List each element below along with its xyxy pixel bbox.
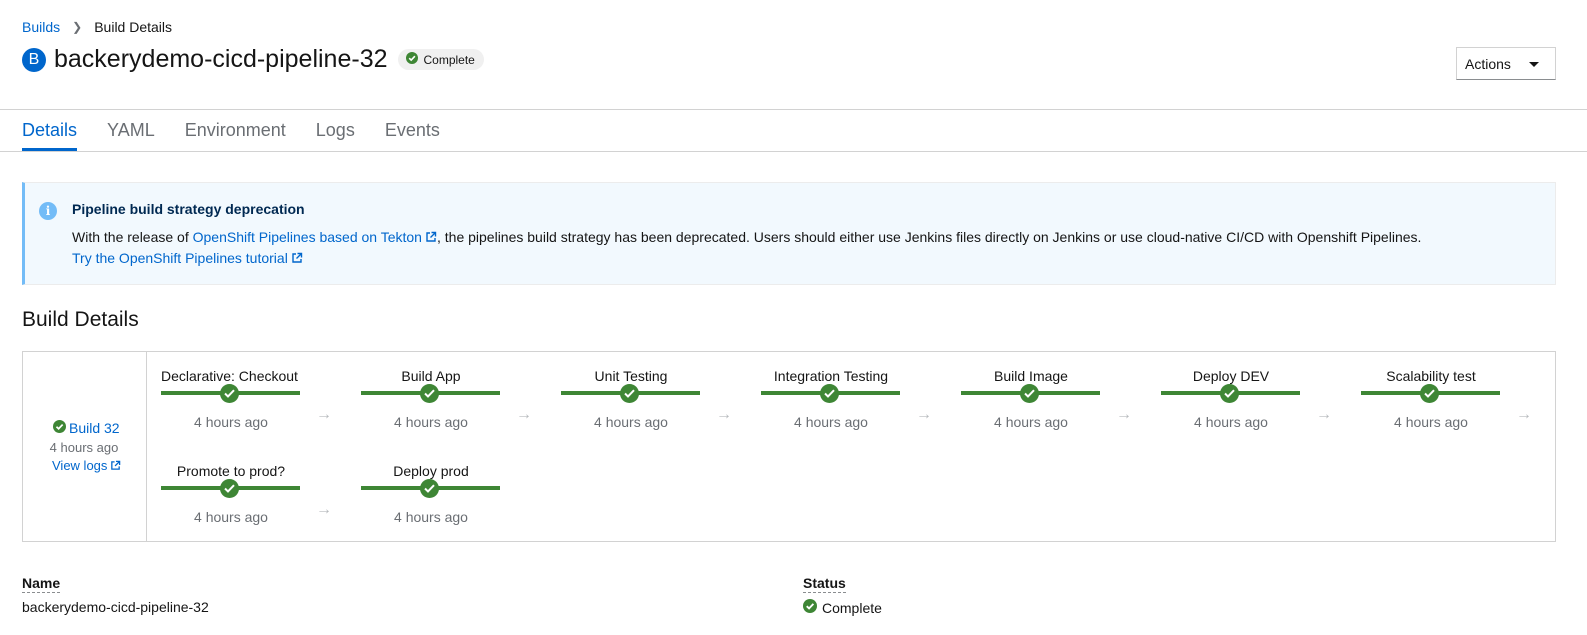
stage-name: Build App xyxy=(401,368,461,384)
view-logs-link[interactable]: View logs xyxy=(52,458,121,474)
build-time: 4 hours ago xyxy=(49,440,119,455)
status-label: Status xyxy=(803,575,846,593)
arrow-right-icon: → xyxy=(316,501,332,518)
check-circle-icon xyxy=(1220,384,1239,403)
check-circle-icon xyxy=(420,479,439,498)
tab-yaml[interactable]: YAML xyxy=(107,110,155,151)
check-circle-icon xyxy=(220,384,239,403)
tekton-link[interactable]: OpenShift Pipelines based on Tekton xyxy=(193,229,437,245)
stage-time: 4 hours ago xyxy=(794,414,868,430)
external-link-icon xyxy=(110,459,121,474)
stage-name: Integration Testing xyxy=(773,368,889,384)
pipeline-stage[interactable]: Build Image 4 hours ago xyxy=(961,368,1101,438)
stage-name: Scalability test xyxy=(1386,368,1476,384)
name-label: Name xyxy=(22,575,61,593)
tab-details[interactable]: Details xyxy=(22,110,78,151)
pipeline-stage[interactable]: Promote to prod? 4 hours ago xyxy=(161,463,301,533)
stage-name: Deploy DEV xyxy=(1192,368,1270,384)
tab-logs[interactable]: Logs xyxy=(316,110,355,151)
stage-time: 4 hours ago xyxy=(394,509,468,525)
arrow-right-icon: → xyxy=(316,406,332,423)
status-badge-label: Complete xyxy=(423,52,475,67)
check-circle-icon xyxy=(405,52,418,67)
status-value-label: Complete xyxy=(822,599,882,616)
stage-time: 4 hours ago xyxy=(1194,414,1268,430)
check-circle-icon xyxy=(820,384,839,403)
arrow-right-icon: → xyxy=(1116,406,1132,423)
chevron-right-icon: ❯ xyxy=(72,20,83,34)
breadcrumb: Builds ❯ Build Details xyxy=(22,19,172,35)
pipelines-tutorial-link[interactable]: Try the OpenShift Pipelines tutorial xyxy=(72,250,303,267)
alert-title: Pipeline build strategy deprecation xyxy=(72,201,305,217)
pipeline-stage[interactable]: Scalability test 4 hours ago xyxy=(1361,368,1501,438)
pipeline-stage[interactable]: Integration Testing 4 hours ago xyxy=(761,368,901,438)
alert-text-before: With the release of xyxy=(72,229,193,245)
pipeline-stage[interactable]: Build App 4 hours ago xyxy=(361,368,501,438)
check-circle-icon xyxy=(53,420,66,436)
external-link-icon xyxy=(291,251,303,267)
check-circle-icon xyxy=(1420,384,1439,403)
tekton-link-label: OpenShift Pipelines based on Tekton xyxy=(192,229,422,245)
build-link-label: Build 32 xyxy=(69,420,120,436)
check-circle-icon xyxy=(1020,384,1039,403)
status-value: Complete xyxy=(803,599,882,616)
caret-down-icon xyxy=(1529,62,1539,67)
stage-name: Unit Testing xyxy=(594,368,668,384)
tutorial-link-label: Try the OpenShift Pipelines tutorial xyxy=(72,250,288,266)
pipeline-stage[interactable]: Declarative: Checkout ... 4 hours ago xyxy=(161,368,301,438)
actions-dropdown[interactable]: Actions xyxy=(1456,47,1556,80)
stage-time: 4 hours ago xyxy=(194,509,268,525)
tab-environment[interactable]: Environment xyxy=(185,110,286,151)
actions-label: Actions xyxy=(1465,55,1511,72)
alert-text-after: , the pipelines build strategy has been … xyxy=(436,229,1422,245)
tabs-divider xyxy=(0,151,1587,152)
external-link-icon xyxy=(425,230,437,246)
breadcrumb-builds-link[interactable]: Builds xyxy=(22,19,60,35)
check-circle-icon xyxy=(620,384,639,403)
arrow-right-icon: → xyxy=(1316,406,1332,423)
check-circle-icon xyxy=(803,599,817,616)
stage-name: Declarative: Checkout ... xyxy=(161,368,301,384)
build-summary: Build 32 4 hours ago View logs xyxy=(23,352,147,541)
build-link[interactable]: Build 32 xyxy=(53,420,120,436)
page-title: backerydemo-cicd-pipeline-32 xyxy=(54,45,388,73)
stage-time: 4 hours ago xyxy=(1394,414,1468,430)
pipeline-stage[interactable]: Unit Testing 4 hours ago xyxy=(561,368,701,438)
tab-events[interactable]: Events xyxy=(385,110,440,151)
pipeline-visualization: Build 32 4 hours ago View logs Declarati… xyxy=(22,351,1556,542)
alert-body: With the release of OpenShift Pipelines … xyxy=(72,229,1421,246)
stage-name: Deploy prod xyxy=(393,463,469,479)
stage-name: Promote to prod? xyxy=(176,463,286,479)
arrow-right-icon: → xyxy=(716,406,732,423)
arrow-right-icon: → xyxy=(516,406,532,423)
arrow-right-icon: → xyxy=(916,406,932,423)
stage-time: 4 hours ago xyxy=(594,414,668,430)
check-circle-icon xyxy=(220,479,239,498)
breadcrumb-current: Build Details xyxy=(94,19,173,35)
resource-type-badge: B xyxy=(22,47,46,72)
view-logs-label: View logs xyxy=(52,458,108,473)
name-value: backerydemo-cicd-pipeline-32 xyxy=(22,599,209,615)
pipeline-stage[interactable]: Deploy DEV 4 hours ago xyxy=(1161,368,1301,438)
arrow-right-icon: → xyxy=(1516,406,1532,423)
check-circle-icon xyxy=(420,384,439,403)
status-badge: Complete xyxy=(397,49,484,70)
deprecation-alert: i Pipeline build strategy deprecation Wi… xyxy=(22,182,1556,285)
tab-bar: Details YAML Environment Logs Events xyxy=(22,110,470,151)
stage-time: 4 hours ago xyxy=(394,414,468,430)
stage-time: 4 hours ago xyxy=(994,414,1068,430)
info-circle-icon: i xyxy=(39,202,57,220)
stage-time: 4 hours ago xyxy=(194,414,268,430)
stage-name: Build Image xyxy=(994,368,1068,384)
section-title: Build Details xyxy=(22,308,139,331)
page-header: B backerydemo-cicd-pipeline-32 Complete xyxy=(22,45,484,74)
pipeline-stage[interactable]: Deploy prod 4 hours ago xyxy=(361,463,501,533)
